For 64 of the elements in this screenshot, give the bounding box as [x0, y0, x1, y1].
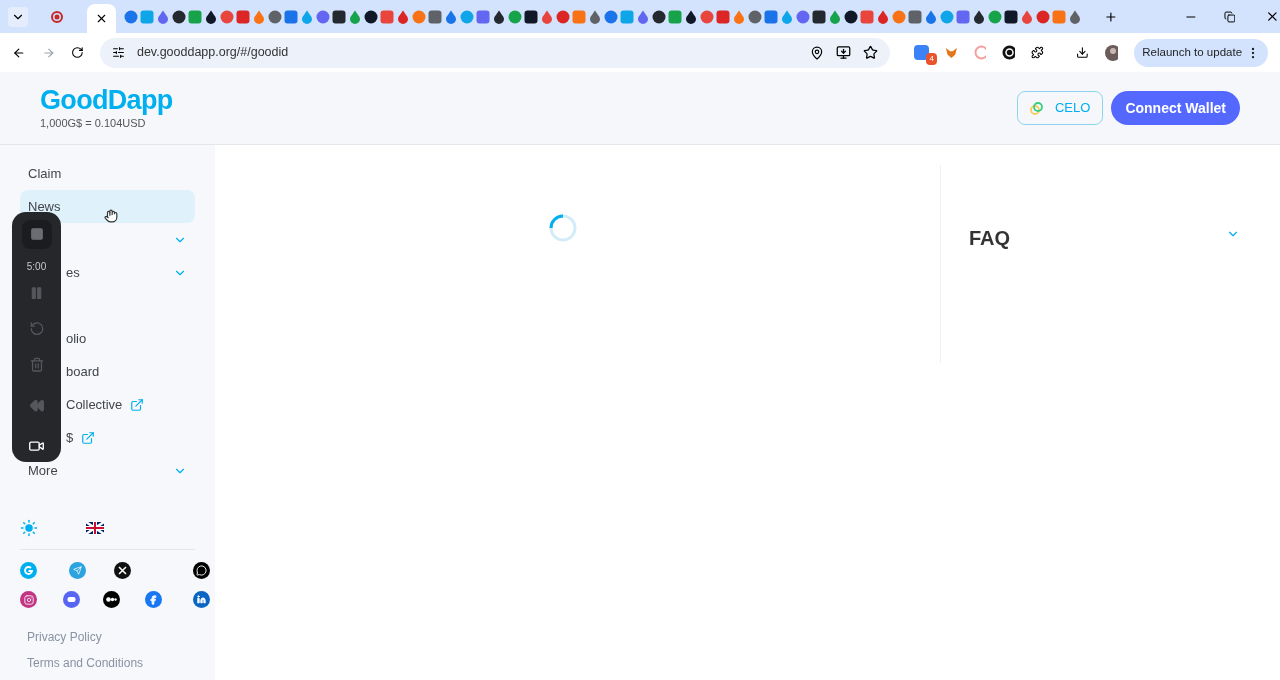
tab-favicon-icon[interactable]: [204, 9, 218, 24]
ring-icon[interactable]: [973, 45, 987, 60]
reload-icon[interactable]: [71, 45, 84, 60]
restore-icon[interactable]: [1223, 10, 1236, 23]
linkedin-icon[interactable]: [193, 591, 210, 608]
sidebar-item[interactable]: News: [20, 190, 195, 223]
new-tab-icon[interactable]: [1104, 9, 1118, 24]
tab-favicon-icon[interactable]: [812, 9, 826, 24]
recording-timer: 5:00: [26, 259, 47, 274]
url-text: dev.gooddapp.org/#/goodid: [136, 44, 289, 62]
tab-favicon-icon[interactable]: [684, 9, 698, 24]
extension-icon[interactable]: [913, 45, 929, 60]
stop-icon: [29, 227, 44, 242]
medium-icon[interactable]: [102, 591, 120, 608]
faq-title: FAQ: [969, 226, 1011, 251]
rewind-icon[interactable]: [28, 398, 45, 414]
pointer-cursor-icon: [104, 209, 118, 223]
extensions-icon[interactable]: [1031, 45, 1044, 60]
stop-button[interactable]: [21, 220, 52, 249]
address-bar[interactable]: dev.gooddapp.org/#/goodid: [99, 37, 890, 68]
external-link-icon: [130, 397, 145, 412]
site-info-icon[interactable]: [111, 46, 125, 59]
x-logo-icon[interactable]: [114, 562, 131, 579]
tab-favicon-icon[interactable]: [524, 9, 538, 24]
location-icon[interactable]: [809, 45, 824, 60]
tab-favicon-icon[interactable]: [1004, 9, 1018, 24]
sidebar-item[interactable]: More: [20, 454, 195, 487]
flag-icon[interactable]: [86, 522, 104, 534]
tab-favicon-icon[interactable]: [172, 9, 186, 24]
record-icon: [51, 10, 64, 23]
chat-bubble-icon[interactable]: [193, 562, 210, 579]
theme-toggle-icon[interactable]: [20, 519, 38, 537]
relaunch-button[interactable]: Relaunch to update: [1134, 38, 1269, 67]
close-window-icon[interactable]: [1265, 9, 1280, 24]
tab-search-button[interactable]: [8, 6, 28, 27]
fox-icon[interactable]: [944, 45, 958, 60]
celo-icon: [1030, 101, 1043, 115]
pause-icon[interactable]: [29, 285, 44, 300]
connect-wallet-button[interactable]: Connect Wallet: [1111, 91, 1240, 125]
facebook-icon[interactable]: [144, 591, 162, 608]
bookmark-star-icon[interactable]: [862, 45, 878, 60]
tab-favicon-icon[interactable]: [332, 9, 346, 24]
tab-favicon-icon[interactable]: [844, 9, 858, 24]
telegram-icon[interactable]: [68, 562, 86, 579]
sidebar-item[interactable]: $: [20, 421, 195, 454]
sidebar-item[interactable]: Collective: [20, 388, 195, 421]
power-icon[interactable]: [1002, 45, 1016, 60]
g-logo-icon[interactable]: [20, 562, 37, 579]
extension-badge: 4: [926, 53, 937, 65]
tab-favicon-icon[interactable]: [972, 9, 986, 24]
download-icon[interactable]: [1075, 45, 1089, 60]
instagram-icon[interactable]: [20, 591, 37, 608]
tab-favicon-icon[interactable]: [492, 9, 506, 24]
tab-favicon-icon[interactable]: [364, 9, 378, 24]
tab-favicon-icon[interactable]: [652, 9, 666, 24]
install-icon[interactable]: [835, 45, 851, 60]
restart-icon[interactable]: [28, 320, 45, 337]
loading-spinner: [547, 213, 578, 243]
discord-icon[interactable]: [62, 591, 80, 608]
sidebar-item[interactable]: Claim: [20, 157, 195, 190]
exchange-rate: 1,000G$ = 0.104USD: [40, 115, 147, 131]
delete-icon[interactable]: [28, 357, 45, 373]
avatar-icon[interactable]: [1104, 44, 1119, 61]
external-link-icon: [81, 430, 96, 445]
